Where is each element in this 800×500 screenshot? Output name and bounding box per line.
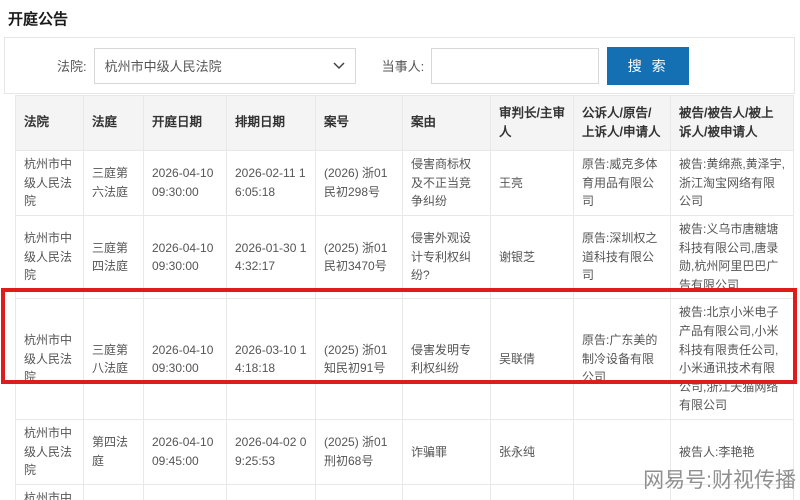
col-header-defendant: 被告/被告人/被上诉人/被申请人	[670, 95, 794, 151]
col-header-cause: 案由	[402, 95, 491, 151]
cell-hearing-date: 2026-04-10 09:30:00	[143, 298, 227, 420]
cell-schedule-date: 2026-02-11 16:05:18	[226, 150, 316, 216]
cell-schedule-date: 2026-04-02 09:25:53	[226, 418, 316, 485]
col-header-judge: 审判长/主审人	[490, 95, 574, 151]
col-header-case-number: 案号	[315, 95, 403, 151]
cell-judge: 王亮	[490, 150, 574, 216]
table-row-highlighted: 杭州市中级人民法院 三庭第八法庭 2026-04-10 09:30:00 202…	[15, 298, 794, 420]
cell-hearing-date: 2026-04-10 09:30:00	[143, 214, 227, 300]
cell-court: 杭州市中级人民法院	[15, 418, 84, 485]
cell-court: 杭州市中级人民法院	[15, 483, 84, 500]
cell-hearing-date: 2026-04-10 09:30:00	[143, 150, 227, 216]
search-button[interactable]: 搜 索	[607, 46, 690, 85]
page-title: 开庭公告	[8, 11, 69, 28]
cell-defendant: 被告:北京小米电子产品有限公司,小米科技有限责任公司,小米通讯技术有限公司,浙江…	[670, 298, 794, 420]
cell-case-number: (2025) 浙01知民初91号	[315, 298, 403, 420]
cell-courtroom: 三庭第四法庭	[83, 214, 144, 300]
watermark: 网易号:财视传播	[643, 469, 796, 492]
hearing-table: 法院 法庭 开庭日期 排期日期 案号 案由 审判长/主审人 公诉人/原告/上诉人…	[15, 95, 794, 500]
cell-case-number: (2025) 浙01民初3470号	[315, 214, 403, 300]
cell-cause: 诈骗罪	[402, 418, 491, 485]
cell-court: 杭州市中级人民法院	[15, 214, 84, 300]
cell-cause: 侵害商标权及不正当竞争纠纷	[402, 150, 491, 216]
cell-defendant: 被告:黄绵燕,黄泽宇,浙江淘宝网络有限公司	[670, 150, 794, 216]
party-input-label: 当事人:	[381, 59, 425, 74]
cell-hearing-date: 2026-04-10 09:45:00	[143, 418, 227, 485]
cell-case-number: (2026) 浙01民终293号	[315, 483, 403, 500]
table-row: 杭州市中级人民法院 三庭第四法庭 2026-04-10 09:30:00 202…	[15, 214, 794, 300]
cell-plaintiff: 原告:深圳权之道科技有限公司	[573, 214, 671, 300]
court-hearing-announcement-page: 开庭公告 法院: 杭州市中级人民法院 当事人: 搜 索 法院 法庭 开庭日期 排…	[0, 0, 800, 500]
court-select[interactable]: 杭州市中级人民法院	[93, 47, 356, 84]
cell-judge: 吴联倩	[490, 298, 574, 420]
filter-bar: 法院: 杭州市中级人民法院 当事人: 搜 索	[4, 37, 795, 94]
cell-court: 杭州市中级人民法院	[15, 298, 84, 420]
cell-defendant: 被告:义乌市唐糖塘科技有限公司,唐录勋,杭州阿里巴巴广告有限公司	[670, 214, 794, 300]
cell-plaintiff: 原告:广东美的制冷设备有限公司	[573, 298, 671, 420]
cell-courtroom: 三庭第八法庭	[83, 298, 144, 420]
cell-courtroom: 第十一法庭	[83, 483, 144, 500]
cell-courtroom: 三庭第六法庭	[83, 150, 144, 216]
cell-plaintiff: 原告:威克多体育用品有限公司	[573, 150, 671, 216]
party-input[interactable]	[431, 47, 600, 84]
cell-cause: 劳务合同纠纷	[402, 483, 491, 500]
cell-case-number: (2025) 浙01刑初68号	[315, 418, 403, 485]
cell-judge: 谢银芝	[490, 214, 574, 300]
cell-cause: 侵害外观设计专利权纠纷?	[402, 214, 491, 300]
court-select-value: 杭州市中级人民法院	[104, 59, 222, 74]
table-row: 杭州市中级人民法院 三庭第六法庭 2026-04-10 09:30:00 202…	[15, 150, 794, 216]
cell-schedule-date: 2026-03-31 10:40:35	[226, 483, 316, 500]
cell-schedule-date: 2026-01-30 14:32:17	[226, 214, 316, 300]
col-header-court: 法院	[15, 95, 84, 151]
table-header-row: 法院 法庭 开庭日期 排期日期 案号 案由 审判长/主审人 公诉人/原告/上诉人…	[15, 95, 794, 151]
chevron-down-icon	[333, 61, 345, 70]
cell-case-number: (2026) 浙01民初298号	[315, 150, 403, 216]
col-header-hearing-date: 开庭日期	[143, 95, 227, 151]
cell-cause: 侵害发明专利权纠纷	[402, 298, 491, 420]
col-header-plaintiff: 公诉人/原告/上诉人/申请人	[573, 95, 671, 151]
cell-courtroom: 第四法庭	[83, 418, 144, 485]
cell-hearing-date: 2026-04-10 09:50:00	[143, 483, 227, 500]
cell-judge: 张永纯	[490, 418, 574, 485]
col-header-schedule-date: 排期日期	[226, 95, 316, 151]
cell-judge: 周志军	[490, 483, 574, 500]
col-header-courtroom: 法庭	[83, 95, 144, 151]
court-select-label: 法院:	[57, 59, 87, 74]
cell-court: 杭州市中级人民法院	[15, 150, 84, 216]
cell-schedule-date: 2026-03-10 14:18:18	[226, 298, 316, 420]
